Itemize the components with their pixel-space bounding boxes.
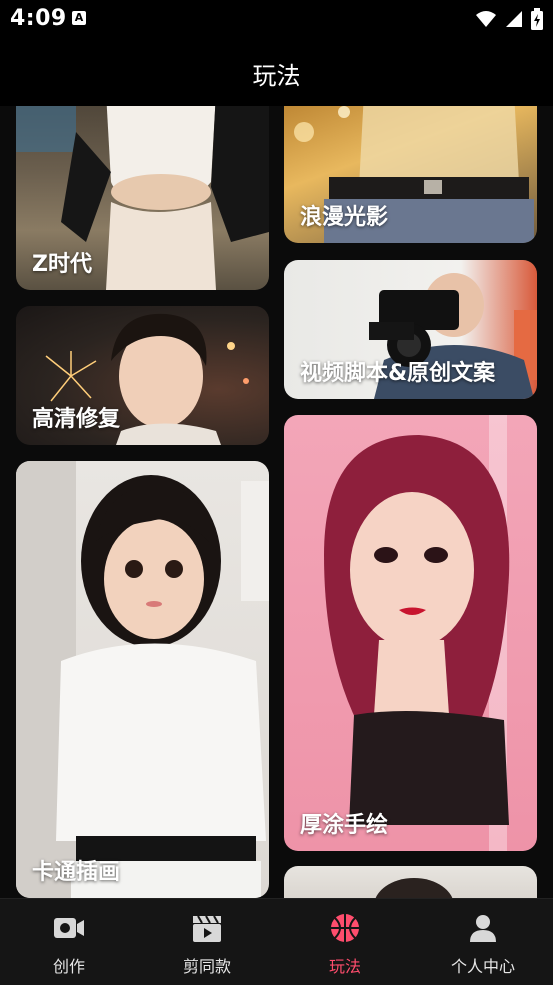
nav-template[interactable]: 剪同款 bbox=[138, 899, 276, 985]
video-camera-icon bbox=[54, 918, 84, 938]
card-next[interactable] bbox=[284, 866, 537, 898]
card-cartoon[interactable]: 卡通插画 bbox=[16, 461, 269, 898]
basketball-icon bbox=[331, 914, 359, 942]
app-header: 玩法 bbox=[0, 38, 553, 106]
card-romantic-light[interactable]: 浪漫光影 bbox=[284, 106, 537, 243]
signal-icon bbox=[506, 11, 522, 27]
nav-label: 创作 bbox=[52, 957, 85, 976]
card-z-era[interactable]: Z时代 bbox=[16, 106, 269, 290]
clapper-icon bbox=[193, 915, 221, 942]
card-hd-restore[interactable]: 高清修复 bbox=[16, 306, 269, 445]
nav-play[interactable]: 玩法 bbox=[276, 899, 414, 985]
card-thick-paint-image bbox=[324, 415, 510, 851]
card-label: Z时代 bbox=[32, 252, 92, 277]
nav-create[interactable]: 创作 bbox=[0, 899, 138, 985]
nav-profile[interactable]: 个人中心 bbox=[414, 899, 552, 985]
page-title: 玩法 bbox=[252, 62, 301, 90]
wifi-icon bbox=[476, 11, 496, 27]
card-video-script[interactable]: 视频脚本&原创文案 bbox=[284, 260, 537, 399]
status-bar: 4:09 A bbox=[0, 0, 553, 38]
battery-icon bbox=[531, 8, 543, 30]
bottom-nav: 创作 剪同款 玩法 个人中心 bbox=[0, 898, 553, 985]
status-time: 4:09 bbox=[10, 6, 67, 31]
nav-label: 个人中心 bbox=[450, 957, 515, 976]
card-thick-paint[interactable]: 厚涂手绘 bbox=[284, 415, 537, 851]
card-label: 视频脚本&原创文案 bbox=[300, 361, 496, 386]
nav-label: 玩法 bbox=[328, 957, 361, 976]
card-label: 高清修复 bbox=[32, 407, 121, 432]
feature-grid[interactable]: Z时代 高清修复 卡通插画 浪漫光影 视频脚本&原创文案 厚涂手绘 bbox=[0, 106, 553, 898]
card-label: 浪漫光影 bbox=[300, 205, 389, 230]
card-cartoon-image bbox=[16, 461, 269, 898]
user-icon bbox=[470, 915, 496, 942]
card-label: 卡通插画 bbox=[32, 860, 121, 885]
notification-icon: A bbox=[72, 11, 86, 25]
card-label: 厚涂手绘 bbox=[300, 813, 389, 838]
nav-label: 剪同款 bbox=[182, 957, 231, 976]
card-next-image bbox=[375, 878, 453, 898]
status-icons bbox=[475, 8, 543, 30]
